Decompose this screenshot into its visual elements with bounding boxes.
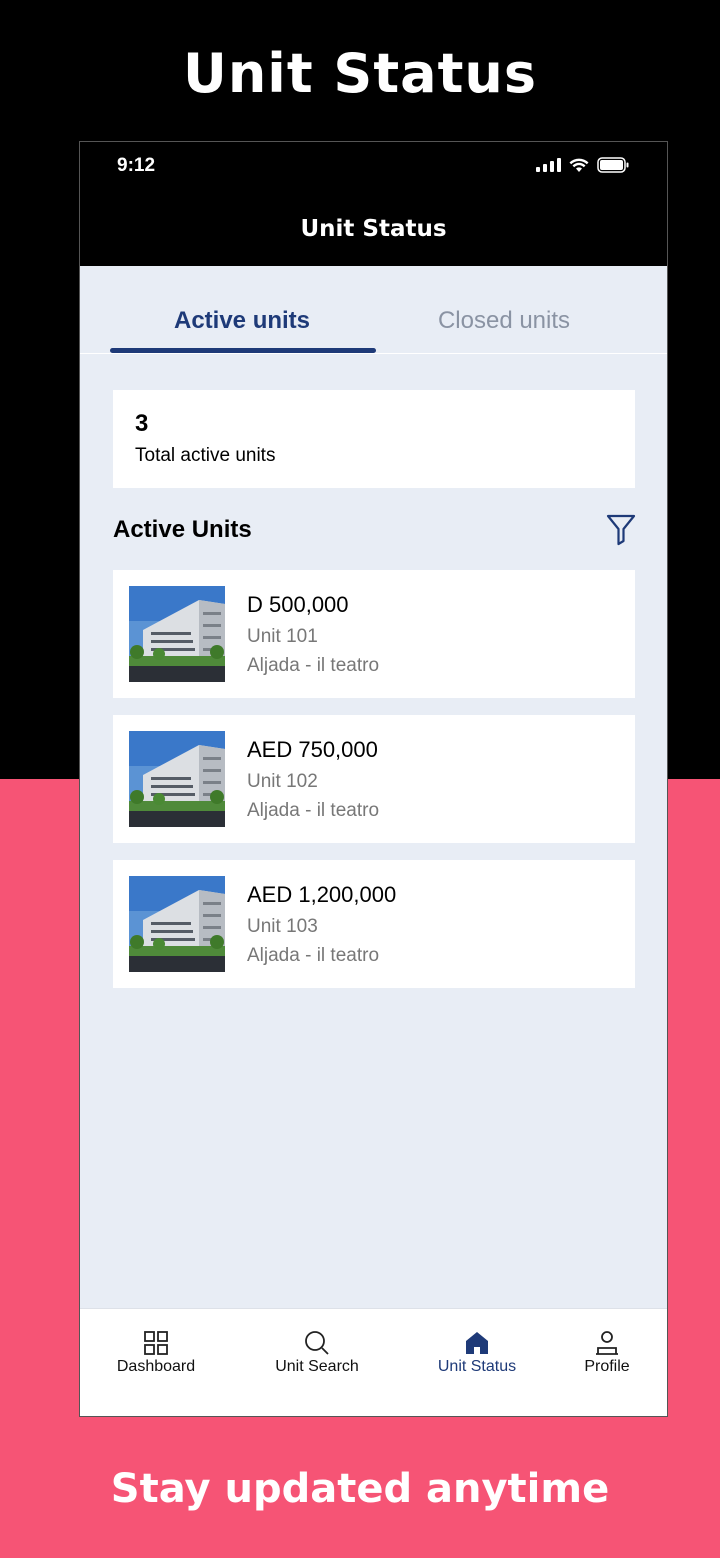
unit-name: Unit 101 bbox=[247, 626, 318, 647]
tagline: Stay updated anytime bbox=[110, 1466, 610, 1512]
user-icon bbox=[596, 1331, 618, 1355]
filter-icon[interactable] bbox=[605, 512, 637, 546]
unit-name: Unit 102 bbox=[247, 771, 318, 792]
unit-price: AED 1,200,000 bbox=[247, 882, 397, 907]
nav-unit-status[interactable]: Unit Status bbox=[417, 1309, 537, 1416]
building-thumbnail bbox=[129, 586, 225, 682]
nav-label: Profile bbox=[584, 1358, 630, 1375]
unit-project: Aljada - il teatro bbox=[247, 655, 380, 676]
unit-price: D 500,000 bbox=[247, 592, 349, 617]
nav-label: Unit Search bbox=[275, 1358, 359, 1375]
cellular-signal-icon bbox=[536, 158, 561, 172]
tab-active-indicator bbox=[110, 348, 376, 353]
search-icon bbox=[305, 1331, 329, 1355]
tab-active-units[interactable]: Active units bbox=[112, 266, 372, 354]
total-active-count: 3 bbox=[135, 410, 149, 437]
unit-card[interactable]: D 500,000 Unit 101 Aljada - il teatro bbox=[113, 570, 635, 698]
section-title: Active Units bbox=[113, 516, 252, 543]
wifi-icon bbox=[569, 158, 589, 172]
unit-card[interactable]: AED 750,000 Unit 102 Aljada - il teatro bbox=[113, 715, 635, 843]
unit-project: Aljada - il teatro bbox=[247, 800, 380, 821]
status-time: 9:12 bbox=[117, 155, 156, 176]
grid-icon bbox=[144, 1331, 168, 1355]
app-header-title: Unit Status bbox=[80, 192, 667, 266]
unit-name: Unit 103 bbox=[247, 916, 318, 937]
phone-screen: 9:12 Unit Status Active units Closed uni… bbox=[79, 141, 668, 1417]
nav-label: Unit Status bbox=[437, 1358, 517, 1375]
battery-icon bbox=[597, 157, 629, 173]
building-thumbnail bbox=[129, 731, 225, 827]
unit-price: AED 750,000 bbox=[247, 737, 378, 762]
unit-card[interactable]: AED 1,200,000 Unit 103 Aljada - il teatr… bbox=[113, 860, 635, 988]
unit-project: Aljada - il teatro bbox=[247, 945, 380, 966]
home-icon bbox=[466, 1332, 488, 1354]
hero-title: Unit Status bbox=[183, 42, 537, 105]
summary-card: 3 Total active units bbox=[113, 390, 635, 488]
bottom-nav: Dashboard Unit Search Unit Status Profil… bbox=[80, 1308, 667, 1416]
nav-dashboard[interactable]: Dashboard bbox=[96, 1309, 216, 1416]
status-bar: 9:12 bbox=[80, 142, 667, 192]
tab-closed-units[interactable]: Closed units bbox=[374, 266, 634, 354]
status-icons bbox=[536, 157, 629, 173]
nav-unit-search[interactable]: Unit Search bbox=[257, 1309, 377, 1416]
total-active-label: Total active units bbox=[135, 445, 276, 466]
building-thumbnail bbox=[129, 876, 225, 972]
tab-bar: Active units Closed units bbox=[80, 266, 667, 354]
nav-label: Dashboard bbox=[116, 1358, 196, 1375]
nav-profile[interactable]: Profile bbox=[547, 1309, 667, 1416]
